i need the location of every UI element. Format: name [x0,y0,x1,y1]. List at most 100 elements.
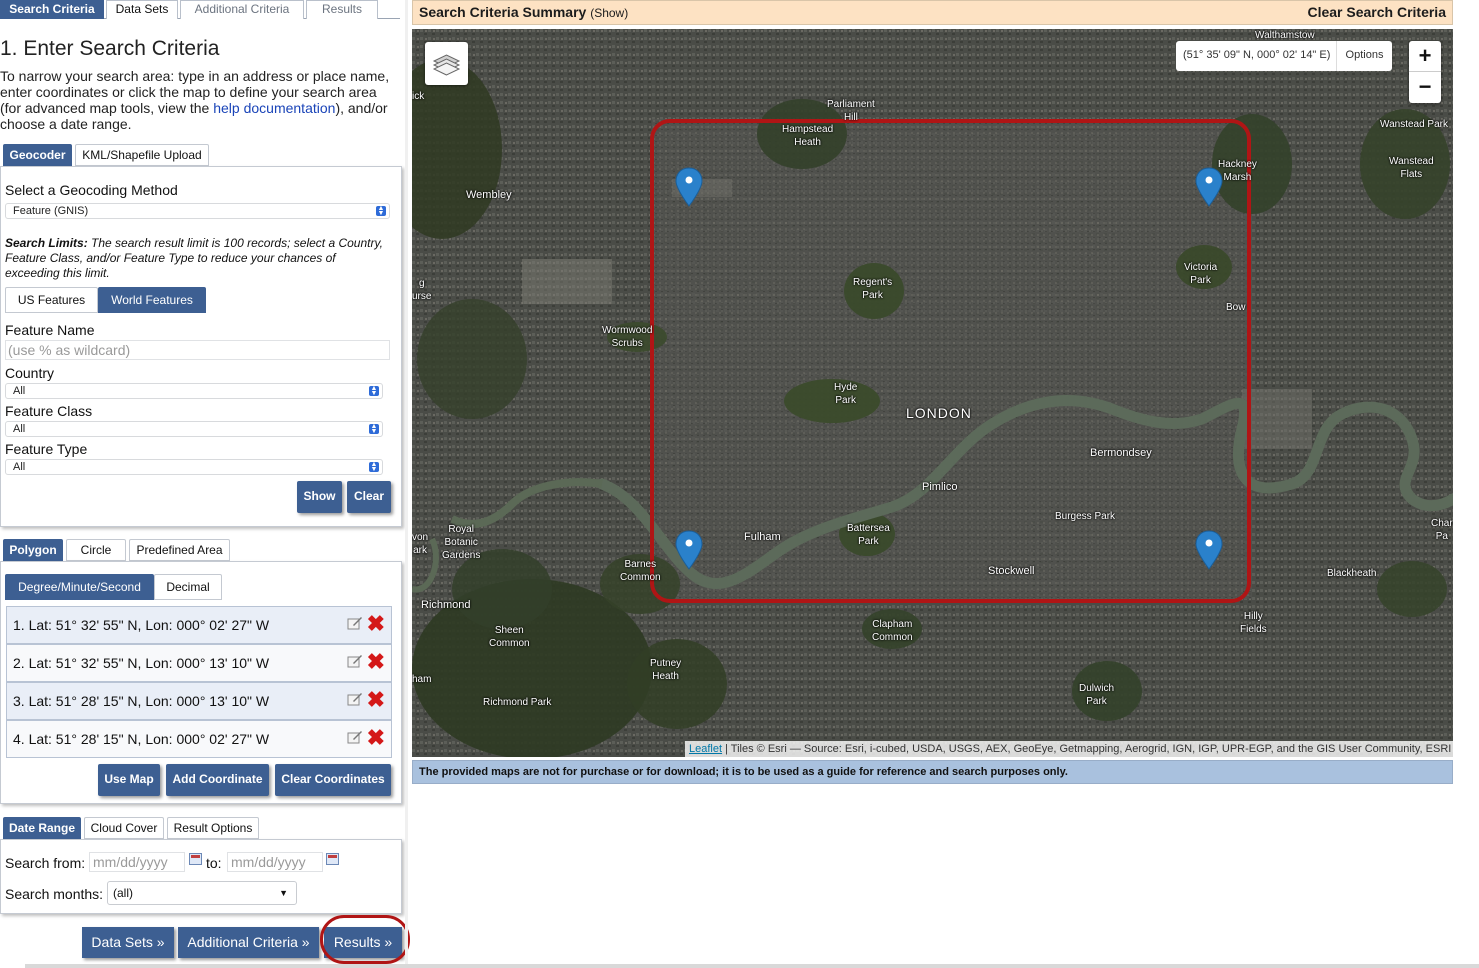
tab-kml-shapefile-upload[interactable]: KML/Shapefile Upload [75,144,209,166]
map-place-label: Richmond [421,599,471,611]
leaflet-link[interactable]: Leaflet [689,743,722,755]
tab-cloud-cover[interactable]: Cloud Cover [84,817,164,839]
clear-coordinates-button[interactable]: Clear Coordinates [275,764,391,796]
zoom-in-button[interactable]: + [1409,41,1441,72]
edit-icon[interactable] [347,692,363,706]
map-place-label: Clapham Common [872,619,913,643]
help-documentation-link[interactable]: help documentation [213,100,335,116]
feature-class-select[interactable]: All ▲ ▼ [5,421,383,437]
map-place-label: Fulham [744,531,781,543]
clear-search-criteria-link[interactable]: Clear Search Criteria [1307,1,1446,24]
tab-degree-minute-second[interactable]: Degree/Minute/Second [5,574,154,600]
feature-type-label: Feature Type [5,441,88,457]
map-place-label: Barnes Common [620,559,661,583]
clear-button[interactable]: Clear [347,481,391,513]
map-imagery [412,29,1453,757]
add-coordinate-button[interactable]: Add Coordinate [166,764,269,796]
calendar-icon[interactable] [326,853,339,865]
tab-date-range[interactable]: Date Range [3,817,81,839]
map-place-label: Wormwood Scrubs [602,325,653,349]
edit-icon[interactable] [347,730,363,744]
coordinate-text: 3. Lat: 51° 28' 15" N, Lon: 000° 13' 10"… [13,693,270,709]
map-place-label: Wanstead Flats [1389,156,1434,180]
data-sets-nav-button[interactable]: Data Sets » [82,927,174,958]
date-to-input[interactable]: mm/dd/yyyy [227,852,323,872]
map-place-label: Bow [1226,302,1246,313]
map-place-label: Richmond Park [483,697,552,708]
map-place-label: Wanstead Park [1380,119,1448,130]
search-criteria-panel: Search Criteria Data Sets Additional Cri… [0,0,410,968]
tab-us-features[interactable]: US Features [5,287,98,313]
show-button[interactable]: Show [297,481,342,513]
highlight-annotation [320,915,410,964]
to-label: to: [206,855,222,871]
zoom-control: + − [1409,41,1441,103]
section-title: 1. Enter Search Criteria [0,37,220,60]
map-place-label: Hyde Park [834,382,858,406]
tab-results[interactable]: Results [306,0,378,19]
delete-icon[interactable]: ✖ [367,646,385,678]
geocoding-method-select[interactable]: Feature (GNIS) ▲ ▼ [5,203,390,219]
calendar-icon[interactable] [189,853,202,865]
date-from-input[interactable]: mm/dd/yyyy [89,852,185,872]
country-label: Country [5,365,55,381]
delete-icon[interactable]: ✖ [367,722,385,754]
geocoding-method-value: Feature (GNIS) [13,205,89,217]
map-place-label: ham [412,674,432,685]
coordinate-row: 2. Lat: 51° 32' 55" N, Lon: 000° 13' 10"… [6,644,392,682]
attribution-text: | Tiles © Esri — Source: Esri, i-cubed, … [722,743,1452,755]
tab-result-options[interactable]: Result Options [167,817,259,839]
tab-geocoder[interactable]: Geocoder [3,144,72,166]
tab-world-features[interactable]: World Features [98,287,206,313]
summary-title-text: Search Criteria Summary [419,4,587,20]
summary-show-link[interactable]: (Show) [590,6,628,20]
additional-criteria-nav-button[interactable]: Additional Criteria » [178,927,319,958]
map-place-label: von ark [412,532,429,556]
cursor-coordinates-display: (51° 35' 09" N, 000° 02' 14" E) Options [1176,41,1392,71]
coordinate-text: 2. Lat: 51° 32' 55" N, Lon: 000° 13' 10"… [13,655,270,671]
feature-type-select[interactable]: All ▲ ▼ [5,459,383,475]
tab-search-criteria[interactable]: Search Criteria [0,0,104,19]
search-from-label: Search from: [5,855,86,871]
map-place-label: Regent's Park [853,277,893,301]
select-arrows-icon: ▲ ▼ [369,461,379,473]
feature-type-value: All [13,461,26,473]
coordinate-text: 1. Lat: 51° 32' 55" N, Lon: 000° 02' 27"… [13,617,270,633]
map-place-label: Royal Botanic Gardens [442,524,481,561]
search-months-label: Search months: [5,886,104,902]
map-disclaimer: The provided maps are not for purchase o… [412,760,1453,784]
map-place-label: g urse [412,278,432,302]
map-options-button[interactable]: Options [1336,41,1392,71]
left-panel-scrollbar[interactable] [405,0,408,968]
map-place-label: Blackheath [1327,568,1377,579]
tab-data-sets[interactable]: Data Sets [106,0,178,19]
map-place-label: Putney Heath [650,658,682,682]
use-map-button[interactable]: Use Map [98,764,160,796]
tab-decimal[interactable]: Decimal [154,574,222,600]
feature-name-input[interactable]: (use % as wildcard) [5,340,390,360]
tab-predefined-area[interactable]: Predefined Area [129,539,230,561]
edit-icon[interactable] [347,654,363,668]
search-months-select[interactable]: (all) ▼ [107,881,297,905]
satellite-map[interactable]: Walthamstow Parliament Hill Hampstead Heat… [412,29,1453,757]
main-tabs: Search Criteria Data Sets Additional Cri… [0,0,400,19]
delete-icon[interactable]: ✖ [367,684,385,716]
map-place-label: Dulwich Park [1079,683,1115,707]
horizontal-scrollbar[interactable] [25,964,1479,968]
map-place-label: LONDON [906,405,972,421]
cursor-coordinates: (51° 35' 09" N, 000° 02' 14" E) [1183,49,1331,61]
tab-polygon[interactable]: Polygon [3,539,63,561]
tab-circle[interactable]: Circle [66,539,126,561]
delete-icon[interactable]: ✖ [367,608,385,640]
map-place-label: Battersea Park [847,523,890,547]
zoom-out-button[interactable]: − [1409,72,1441,103]
tab-additional-criteria[interactable]: Additional Criteria [180,0,304,19]
layers-button[interactable] [425,42,468,85]
country-select[interactable]: All ▲ ▼ [5,383,383,399]
map-place-label: ick [412,91,425,102]
map-place-label: Bermondsey [1090,447,1152,459]
select-arrows-icon: ▲ ▼ [369,385,379,397]
select-arrows-icon: ▲ ▼ [376,205,386,217]
edit-icon[interactable] [347,616,363,630]
coordinate-row: 3. Lat: 51° 28' 15" N, Lon: 000° 13' 10"… [6,682,392,720]
